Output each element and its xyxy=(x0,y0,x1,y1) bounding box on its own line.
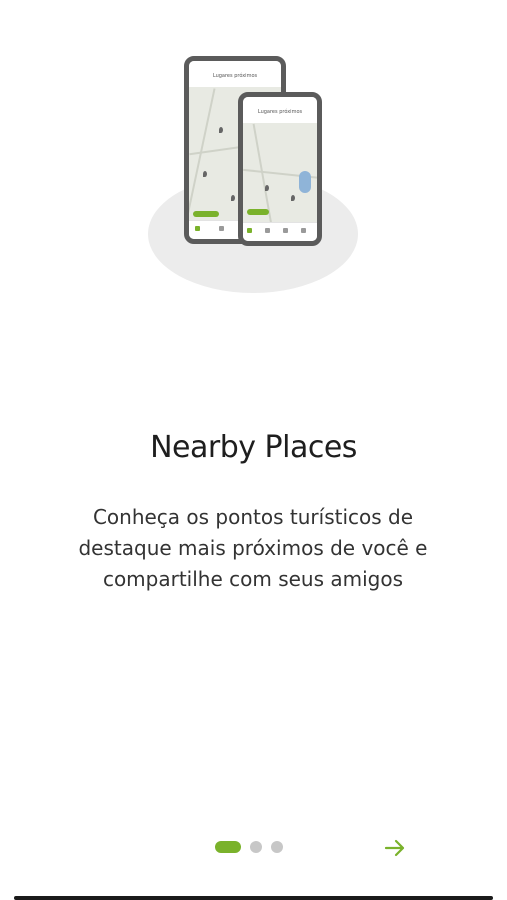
onboarding-title: Nearby Places xyxy=(150,430,357,465)
map-lake xyxy=(299,171,311,193)
onboarding-description: Conheça os pontos turísticos de destaque… xyxy=(78,505,428,591)
map-pin-icon xyxy=(203,171,207,177)
map-pin-icon xyxy=(231,195,235,201)
map-action-pill xyxy=(193,211,219,217)
phone-tab-bar xyxy=(243,222,317,241)
map-pin-icon xyxy=(219,127,223,133)
arrow-right-icon xyxy=(384,839,405,857)
map-view xyxy=(243,123,317,241)
phone-screen-header: Lugares próximos xyxy=(189,61,281,87)
map-pin-icon xyxy=(291,195,295,201)
page-dot-active xyxy=(215,841,241,853)
home-indicator xyxy=(14,896,493,900)
phone-mockup-front: Lugares próximos xyxy=(238,92,322,246)
onboarding-illustration: Lugares próximos Lugares próximos xyxy=(140,50,370,300)
page-dot xyxy=(271,841,283,853)
map-action-pill xyxy=(247,209,269,215)
map-pin-icon xyxy=(265,185,269,191)
phone-screen-header: Lugares próximos xyxy=(243,97,317,123)
page-dot xyxy=(250,841,262,853)
next-button[interactable] xyxy=(380,833,410,863)
page-indicator xyxy=(215,841,283,853)
